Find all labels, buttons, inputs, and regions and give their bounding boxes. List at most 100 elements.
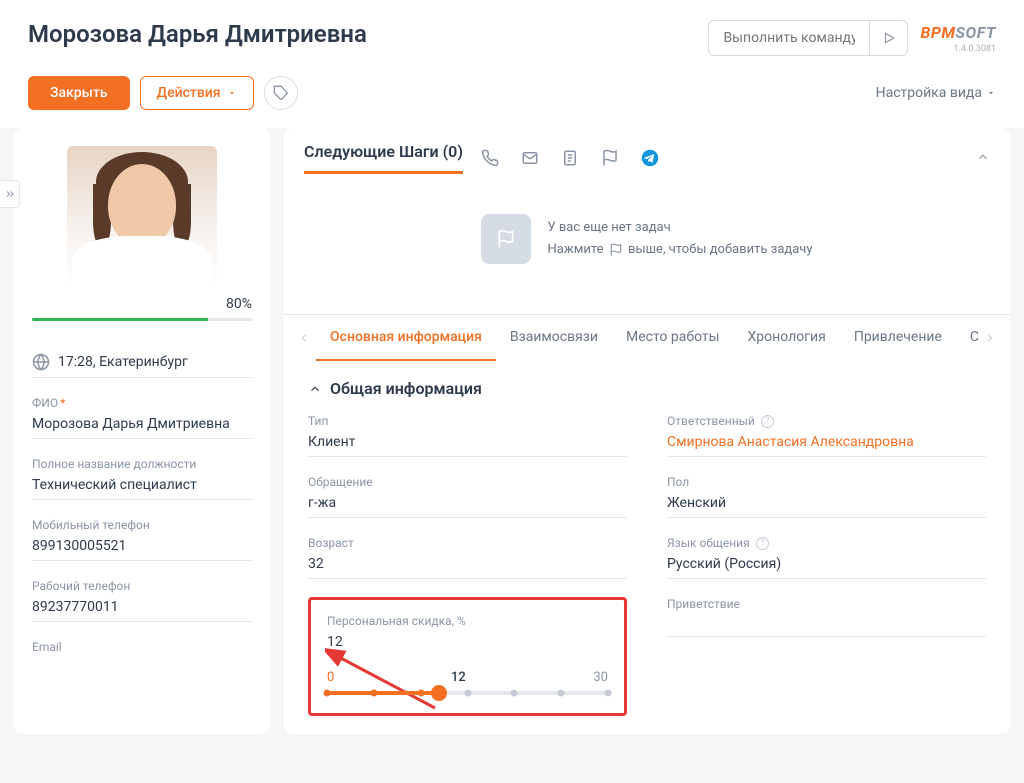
- work-value[interactable]: 89237770011: [32, 599, 252, 622]
- jobtitle-value[interactable]: Технический специалист: [32, 477, 252, 500]
- close-button[interactable]: Закрыть: [28, 76, 130, 110]
- expand-panel-button[interactable]: [0, 180, 20, 208]
- chevron-right-double-icon: [4, 188, 16, 200]
- tab-engagement[interactable]: Привлечение: [840, 315, 956, 361]
- discount-slider[interactable]: 0 12 30: [327, 670, 608, 695]
- empty-line1: У вас еще нет задач: [547, 217, 812, 239]
- mail-icon[interactable]: [521, 149, 539, 167]
- top-bar: Морозова Дарья Дмитриевна BPMSOFT 1.4.0.…: [0, 0, 1024, 68]
- slider-handle[interactable]: [431, 685, 447, 701]
- left-col: Тип Клиент Обращение г-жа Возраст 32 Пер…: [308, 414, 627, 716]
- type-label: Тип: [308, 414, 627, 428]
- greeting-field: Приветствие: [667, 597, 986, 637]
- discount-value[interactable]: 12: [327, 634, 608, 656]
- tabs-row: Основная информация Взаимосвязи Место ра…: [284, 314, 1010, 361]
- time-city-row: 17:28, Екатеринбург: [32, 347, 252, 378]
- phone-icon[interactable]: [481, 149, 499, 167]
- main-panel: Следующие Шаги (0) У вас еще нет задач: [284, 128, 1010, 734]
- gender-label: Пол: [667, 475, 986, 489]
- owner-field: Ответственный? Смирнова Анастасия Алекса…: [667, 414, 986, 457]
- work-field: Рабочий телефон 89237770011: [32, 579, 252, 622]
- owner-label: Ответственный: [667, 414, 755, 428]
- type-value[interactable]: Клиент: [308, 434, 627, 457]
- progress-percent: 80%: [32, 296, 252, 312]
- work-label: Рабочий телефон: [32, 579, 252, 593]
- time-city-value: 17:28, Екатеринбург: [58, 354, 188, 370]
- fio-value[interactable]: Морозова Дарья Дмитриевна: [32, 416, 252, 439]
- tab-relations[interactable]: Взаимосвязи: [496, 315, 612, 361]
- telegram-icon[interactable]: [641, 149, 659, 167]
- chevron-up-icon: [308, 382, 322, 396]
- slider-max: 30: [593, 670, 608, 685]
- jobtitle-label: Полное название должности: [32, 457, 252, 471]
- page-title: Морозова Дарья Дмитриевна: [28, 20, 367, 48]
- tag-button[interactable]: [264, 76, 298, 110]
- empty-text: У вас еще нет задач Нажмите выше, чтобы …: [547, 217, 812, 261]
- info-icon[interactable]: ?: [756, 537, 769, 550]
- tab-workplace[interactable]: Место работы: [612, 315, 734, 361]
- tab-next-button[interactable]: [978, 317, 1002, 360]
- tab-prev-button[interactable]: [292, 317, 316, 360]
- slider-track: [327, 691, 608, 695]
- greeting-label: Приветствие: [667, 597, 986, 611]
- fio-field: ФИО* Морозова Дарья Дмитриевна: [32, 396, 252, 439]
- command-play-button[interactable]: [869, 20, 907, 56]
- view-settings-button[interactable]: Настройка вида: [876, 85, 996, 101]
- discount-highlight: Персональная скидка, % 12 0 12 30: [308, 597, 627, 716]
- version: 1.4.0.3081: [920, 44, 996, 54]
- right-col: Ответственный? Смирнова Анастасия Алекса…: [667, 414, 986, 716]
- content: 80% 17:28, Екатеринбург ФИО* Морозова Да…: [0, 128, 1024, 734]
- empty-line2b: выше, чтобы добавить задачу: [628, 242, 813, 257]
- flag-icon[interactable]: [601, 149, 619, 167]
- slider-min: 0: [327, 670, 334, 685]
- top-right: BPMSOFT 1.4.0.3081: [708, 20, 996, 56]
- jobtitle-field: Полное название должности Технический сп…: [32, 457, 252, 500]
- logo-block: BPMSOFT 1.4.0.3081: [920, 23, 996, 54]
- view-settings-label: Настройка вида: [876, 85, 982, 101]
- salutation-field: Обращение г-жа: [308, 475, 627, 518]
- chevron-down-icon: [227, 88, 237, 98]
- type-field: Тип Клиент: [308, 414, 627, 457]
- gender-field: Пол Женский: [667, 475, 986, 518]
- empty-state: У вас еще нет задач Нажмите выше, чтобы …: [284, 174, 1010, 314]
- email-label: Email: [32, 640, 252, 654]
- collapse-button[interactable]: [976, 149, 990, 168]
- empty-flag-box: [481, 214, 531, 264]
- globe-icon: [32, 353, 50, 371]
- owner-value[interactable]: Смирнова Анастасия Александровна: [667, 434, 986, 457]
- age-value[interactable]: 32: [308, 556, 627, 579]
- command-input[interactable]: [709, 30, 869, 46]
- logo: BPMSOFT: [920, 23, 996, 42]
- tag-icon: [273, 85, 289, 101]
- discount-label: Персональная скидка, %: [327, 614, 608, 628]
- mobile-field: Мобильный телефон 899130005521: [32, 518, 252, 561]
- action-bar: Закрыть Действия Настройка вида: [0, 68, 1024, 128]
- actions-button[interactable]: Действия: [140, 76, 254, 110]
- age-label: Возраст: [308, 536, 627, 550]
- info-icon[interactable]: ?: [761, 415, 774, 428]
- greeting-value[interactable]: [667, 617, 986, 637]
- section-head[interactable]: Общая информация: [308, 379, 986, 398]
- tab-siteevents[interactable]: События сайта: [956, 315, 978, 361]
- lang-value[interactable]: Русский (Россия): [667, 556, 986, 579]
- steps-title: Следующие Шаги (0): [304, 142, 463, 174]
- command-box: [708, 20, 908, 56]
- salutation-value[interactable]: г-жа: [308, 495, 627, 518]
- steps-header: Следующие Шаги (0): [284, 128, 1010, 174]
- tab-general[interactable]: Основная информация: [316, 315, 496, 361]
- actions-label: Действия: [157, 85, 221, 101]
- avatar[interactable]: [67, 146, 217, 286]
- progress-bar: [32, 318, 252, 321]
- email-field: Email: [32, 640, 252, 654]
- age-field: Возраст 32: [308, 536, 627, 579]
- lang-field: Язык общения? Русский (Россия): [667, 536, 986, 579]
- two-col: Тип Клиент Обращение г-жа Возраст 32 Пер…: [308, 414, 986, 716]
- gender-value[interactable]: Женский: [667, 495, 986, 518]
- document-icon[interactable]: [561, 149, 579, 167]
- tab-timeline[interactable]: Хронология: [734, 315, 840, 361]
- lang-label: Язык общения: [667, 536, 750, 550]
- action-left: Закрыть Действия: [28, 76, 298, 110]
- step-icons: [481, 149, 659, 167]
- mobile-label: Мобильный телефон: [32, 518, 252, 532]
- mobile-value[interactable]: 899130005521: [32, 538, 252, 561]
